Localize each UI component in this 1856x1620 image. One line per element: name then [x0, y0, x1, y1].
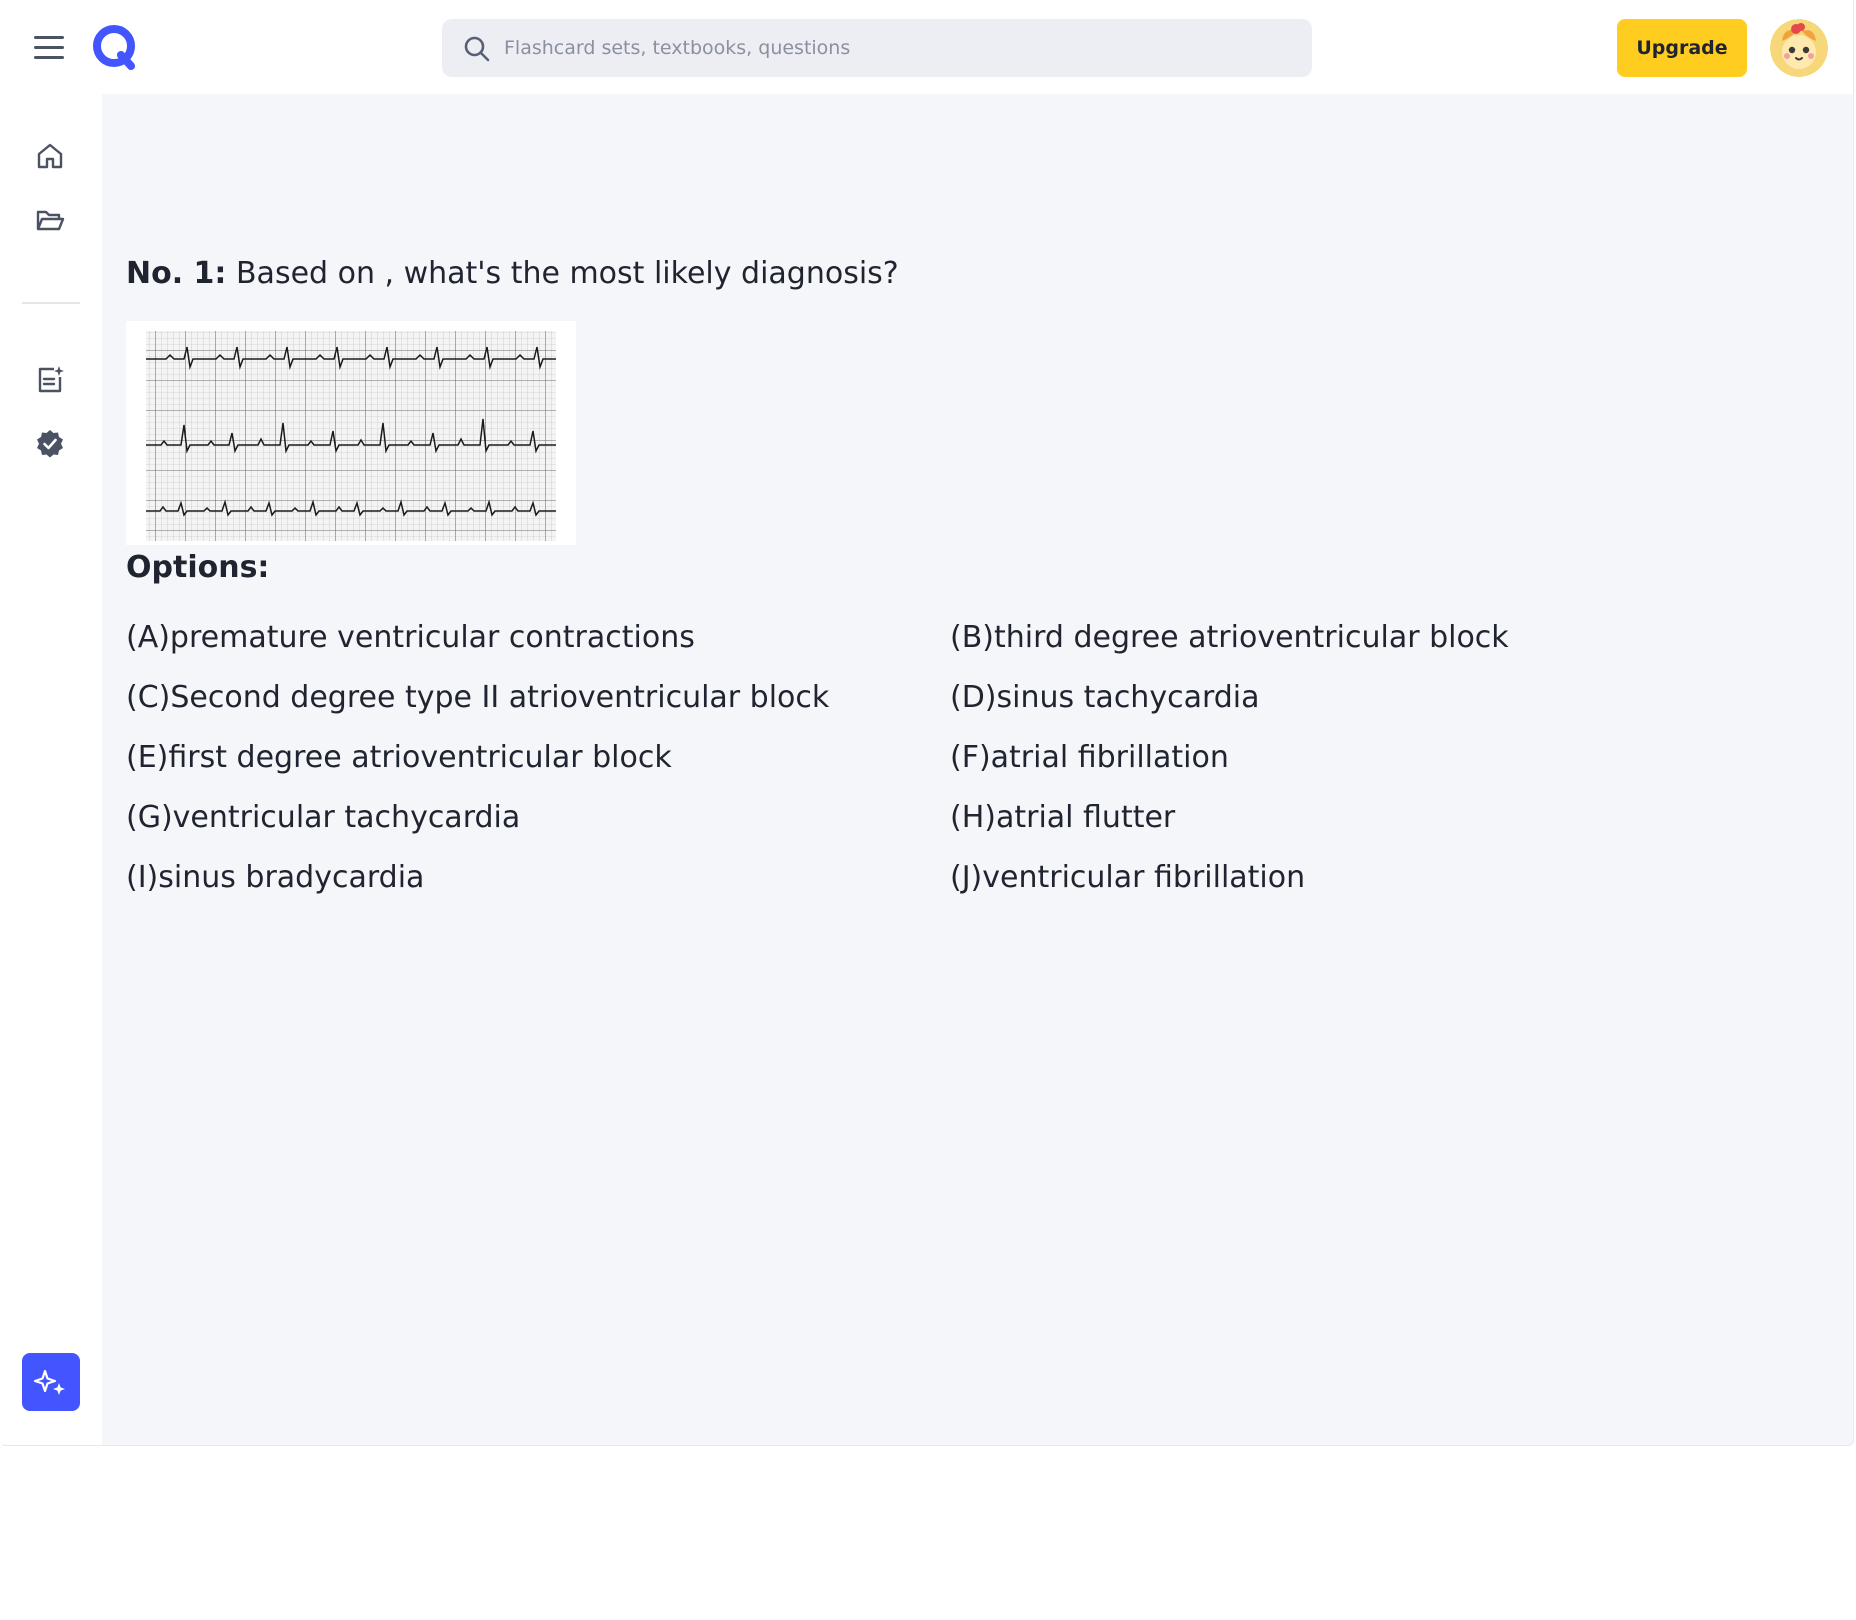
sidebar-item-verified[interactable]: [34, 428, 66, 460]
sidebar: [0, 94, 102, 1445]
sidebar-divider: [22, 302, 80, 304]
search-bar[interactable]: [442, 19, 1312, 77]
user-avatar-icon[interactable]: [1770, 19, 1828, 77]
ecg-strip-image: [126, 321, 576, 545]
option-c[interactable]: (C)Second degree type II atrioventricula…: [126, 680, 829, 715]
sidebar-item-folders[interactable]: [34, 204, 66, 236]
upgrade-button[interactable]: Upgrade: [1617, 19, 1747, 77]
options-title: Options:: [126, 550, 270, 585]
hamburger-menu-icon[interactable]: [34, 36, 66, 60]
question-heading: No. 1: Based on , what's the most likely…: [126, 256, 899, 291]
quizlet-q-logo-icon[interactable]: [90, 22, 140, 72]
sparkles-icon: [33, 1369, 65, 1395]
sidebar-item-notes[interactable]: [34, 364, 66, 396]
app-window: Upgrade: [0, 0, 1854, 1446]
option-g[interactable]: (G)ventricular tachycardia: [126, 800, 520, 835]
option-f[interactable]: (F)atrial fibrillation: [950, 740, 1229, 775]
question-number: No. 1:: [126, 256, 227, 291]
option-b[interactable]: (B)third degree atrioventricular block: [950, 620, 1509, 655]
option-h[interactable]: (H)atrial flutter: [950, 800, 1175, 835]
option-d[interactable]: (D)sinus tachycardia: [950, 680, 1260, 715]
option-j[interactable]: (J)ventricular fibrillation: [950, 860, 1305, 895]
main-content: No. 1: Based on , what's the most likely…: [102, 94, 1853, 1445]
search-icon: [464, 36, 490, 62]
search-input[interactable]: [504, 19, 1284, 77]
question-text: Based on , what's the most likely diagno…: [226, 256, 899, 291]
option-i[interactable]: (I)sinus bradycardia: [126, 860, 424, 895]
option-e[interactable]: (E)first degree atrioventricular block: [126, 740, 672, 775]
top-bar: Upgrade: [0, 0, 1853, 94]
ai-assistant-button[interactable]: [22, 1353, 80, 1411]
sidebar-item-home[interactable]: [34, 140, 66, 172]
option-a[interactable]: (A)premature ventricular contractions: [126, 620, 695, 655]
